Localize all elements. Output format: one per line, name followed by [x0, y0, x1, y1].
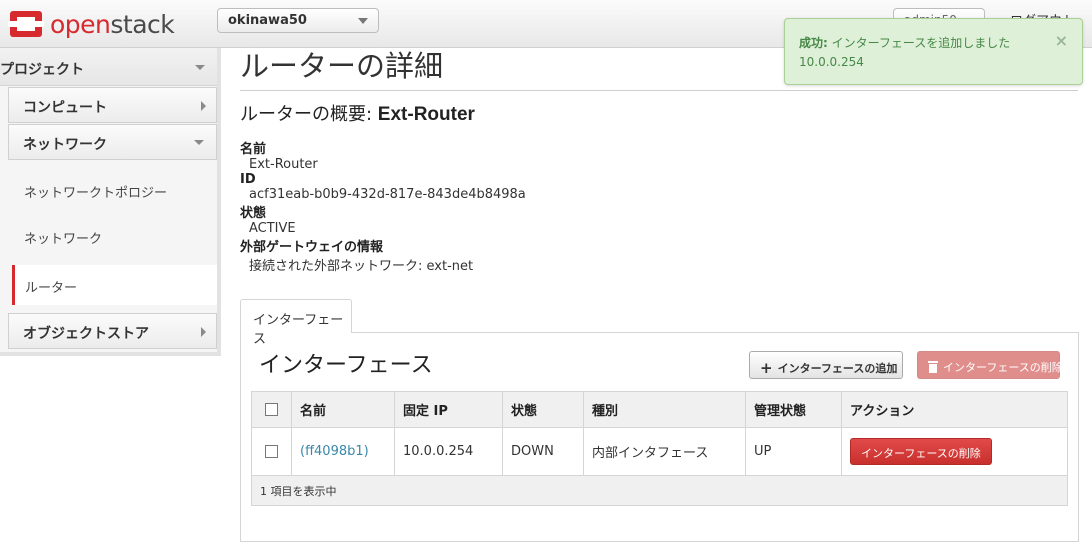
- column-name[interactable]: 名前: [291, 391, 395, 428]
- chevron-right-icon: [201, 101, 206, 111]
- interfaces-table: 名前 固定 IP 状態 種別 管理状態 アクション (ff4098b1) 10.…: [251, 391, 1068, 506]
- row-checkbox[interactable]: [265, 445, 278, 458]
- sidebar-project-header[interactable]: プロジェクト: [0, 48, 217, 86]
- sidebar-item-routers[interactable]: ルーター: [12, 265, 217, 305]
- column-status[interactable]: 状態: [502, 391, 584, 428]
- logo-text: openstack: [50, 9, 175, 39]
- status-value: ACTIVE: [249, 221, 296, 236]
- chevron-down-icon: [194, 140, 204, 145]
- alert-detail: 10.0.0.254: [799, 55, 864, 69]
- router-details: 名前 Ext-Router ID acf31eab-b0b9-432d-817e…: [240, 138, 526, 274]
- page-title: ルーターの詳細: [240, 49, 444, 83]
- interface-ip: 10.0.0.254: [394, 427, 503, 476]
- delete-interface-button[interactable]: インターフェースの削除: [850, 438, 992, 465]
- sidebar-object-store-label: オブジェクトストア: [23, 326, 149, 342]
- add-interface-button[interactable]: + インターフェースの追加: [749, 351, 903, 379]
- id-value: acf31eab-b0b9-432d-817e-843de4b8498a: [249, 187, 526, 202]
- delete-interfaces-button[interactable]: インターフェースの削除: [917, 351, 1063, 379]
- openstack-logo[interactable]: openstack: [8, 6, 175, 42]
- interface-admin-state: UP: [745, 427, 842, 476]
- openstack-logo-icon: [8, 8, 44, 40]
- sidebar-compute[interactable]: コンピュート: [8, 87, 217, 123]
- sidebar-network-label: ネットワーク: [23, 137, 107, 153]
- alert-message: インターフェースを追加しました: [827, 36, 1011, 50]
- select-all-checkbox[interactable]: [265, 403, 278, 416]
- sidebar-network[interactable]: ネットワーク: [8, 124, 217, 160]
- name-value: Ext-Router: [249, 157, 318, 172]
- alert-title: 成功:: [799, 36, 828, 50]
- table-header-row: 名前 固定 IP 状態 種別 管理状態 アクション: [251, 391, 1068, 428]
- status-label: 状態: [240, 206, 267, 221]
- column-type[interactable]: 種別: [583, 391, 746, 428]
- interface-status: DOWN: [502, 427, 584, 476]
- sidebar-object-store[interactable]: オブジェクトストア: [8, 313, 217, 349]
- plus-icon: +: [760, 359, 773, 377]
- interface-type: 内部インタフェース: [583, 427, 746, 476]
- project-name: okinawa50: [228, 13, 307, 28]
- name-label: 名前: [240, 142, 267, 157]
- sidebar-compute-label: コンピュート: [23, 100, 107, 116]
- interfaces-title: インターフェース: [259, 353, 433, 378]
- trash-icon: [928, 361, 938, 373]
- table-row: (ff4098b1) 10.0.0.254 DOWN 内部インタフェース UP …: [251, 427, 1068, 476]
- sidebar-item-network-topology[interactable]: ネットワークトポロジー: [12, 170, 217, 210]
- divider: [240, 90, 1078, 91]
- column-actions: アクション: [841, 391, 1068, 428]
- id-label: ID: [240, 172, 256, 187]
- sidebar: プロジェクト コンピュート ネットワーク ネットワークトポロジー ネットワーク …: [0, 48, 221, 356]
- chevron-down-icon: [195, 65, 205, 70]
- project-selector[interactable]: okinawa50: [217, 8, 379, 33]
- router-summary-title: ルーターの概要: Ext-Router: [240, 104, 475, 125]
- items-count: 1 項目を表示中: [251, 475, 1068, 506]
- chevron-down-icon: [358, 18, 368, 24]
- interface-name-link[interactable]: (ff4098b1): [300, 444, 369, 459]
- close-icon[interactable]: ×: [1055, 31, 1068, 50]
- sidebar-project-label: プロジェクト: [0, 62, 84, 78]
- column-fixed-ip[interactable]: 固定 IP: [394, 391, 503, 428]
- success-alert: 成功: インターフェースを追加しました 10.0.0.254 ×: [784, 18, 1083, 85]
- table-footer-row: 1 項目を表示中: [251, 475, 1068, 506]
- gateway-label: 外部ゲートウェイの情報: [240, 240, 384, 255]
- router-name: Ext-Router: [377, 104, 475, 125]
- column-admin-state[interactable]: 管理状態: [745, 391, 842, 428]
- gateway-value: 接続された外部ネットワーク: ext-net: [249, 259, 474, 274]
- chevron-right-icon: [201, 327, 206, 337]
- tab-interfaces[interactable]: インターフェース: [240, 299, 352, 347]
- sidebar-item-networks[interactable]: ネットワーク: [12, 216, 217, 256]
